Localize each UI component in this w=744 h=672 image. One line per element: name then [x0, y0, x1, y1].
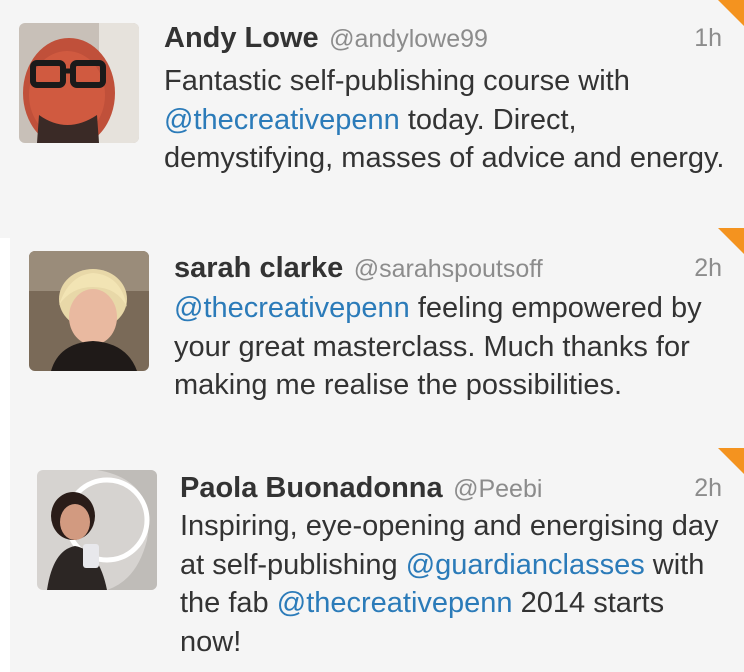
- corner-triangle-icon: [718, 228, 744, 254]
- tweet-header: Andy Lowe @andylowe99 1h: [164, 18, 722, 58]
- corner-triangle-icon: [718, 0, 744, 26]
- tweet-header: Paola Buonadonna @Peebi 2h: [180, 468, 722, 508]
- tweet-card[interactable]: Andy Lowe @andylowe99 1h Fantastic self-…: [0, 0, 744, 238]
- author-name[interactable]: sarah clarke: [174, 252, 343, 284]
- author-handle[interactable]: @Peebi: [453, 475, 542, 503]
- mention-link[interactable]: @thecreativepenn: [277, 587, 513, 619]
- avatar[interactable]: [37, 470, 157, 590]
- tweet-header: sarah clarke @sarahspoutsoff 2h: [174, 248, 722, 288]
- tweet-text: Inspiring, eye-opening and energising da…: [180, 507, 730, 661]
- tweet-text: Fantastic self-publishing course with @t…: [164, 62, 730, 178]
- tweet-card[interactable]: Paola Buonadonna @Peebi 2h Inspiring, ey…: [10, 448, 744, 672]
- author-name[interactable]: Andy Lowe: [164, 22, 319, 54]
- mention-link[interactable]: @thecreativepenn: [164, 104, 400, 136]
- author-handle[interactable]: @andylowe99: [329, 25, 488, 53]
- tweet-card[interactable]: sarah clarke @sarahspoutsoff 2h @thecrea…: [10, 228, 744, 448]
- avatar[interactable]: [29, 251, 149, 371]
- mention-link[interactable]: @thecreativepenn: [174, 292, 410, 324]
- tweet-text-segment: Fantastic self-publishing course with: [164, 65, 630, 97]
- mention-link[interactable]: @guardianclasses: [406, 549, 645, 581]
- avatar[interactable]: [19, 23, 139, 143]
- corner-triangle-icon: [718, 448, 744, 474]
- avatar-image-paola: [37, 470, 157, 590]
- author-handle[interactable]: @sarahspoutsoff: [354, 255, 543, 283]
- avatar-image-andy: [19, 23, 139, 143]
- timestamp[interactable]: 2h: [694, 248, 722, 288]
- author-name[interactable]: Paola Buonadonna: [180, 472, 443, 504]
- tweet-text: @thecreativepenn feeling empowered by yo…: [174, 289, 730, 405]
- avatar-image-sarah: [29, 251, 149, 371]
- timestamp[interactable]: 2h: [694, 468, 722, 508]
